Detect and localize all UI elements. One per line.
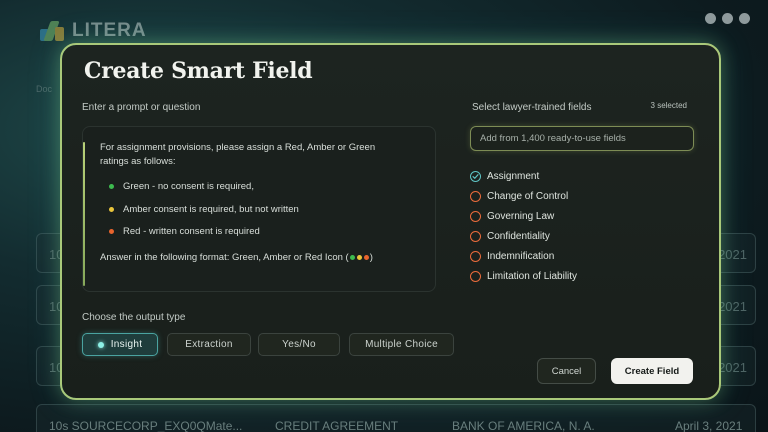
field-label: Change of Control xyxy=(487,191,569,202)
field-search[interactable] xyxy=(470,126,694,151)
fields-section-label: Select lawyer-trained fields xyxy=(472,102,592,113)
row-year: 2021 xyxy=(718,299,747,314)
prompt-textarea[interactable]: For assignment provisions, please assign… xyxy=(82,126,436,292)
prompt-accent-bar xyxy=(83,142,85,286)
output-type-insight[interactable]: Insight xyxy=(82,333,158,356)
field-label: Governing Law xyxy=(487,211,555,222)
background-table-row[interactable]: 10s SOURCECORP_EXQ0QMate... CREDIT AGREE… xyxy=(36,404,756,432)
rating-amber: Amber consent is required, but not writt… xyxy=(109,204,299,215)
unchecked-circle-icon xyxy=(470,251,481,262)
checked-circle-icon xyxy=(470,171,481,182)
cancel-button[interactable]: Cancel xyxy=(537,358,596,384)
selected-count: 3 selected xyxy=(650,101,687,110)
output-section-label: Choose the output type xyxy=(82,312,186,323)
prompt-section-label: Enter a prompt or question xyxy=(82,102,201,113)
dot-icon xyxy=(705,13,716,24)
unchecked-circle-icon xyxy=(470,211,481,222)
amber-dot-icon xyxy=(109,207,114,212)
rating-text: Red - written consent is required xyxy=(123,226,260,237)
background-doc-label: Doc xyxy=(36,84,53,94)
format-prefix: Answer in the following format: Green, A… xyxy=(100,252,349,263)
rating-text: Amber consent is required, but not writt… xyxy=(123,204,299,215)
create-field-button[interactable]: Create Field xyxy=(611,358,693,384)
output-type-multiple-choice[interactable]: Multiple Choice xyxy=(349,333,454,356)
field-search-input[interactable] xyxy=(471,127,693,150)
field-item-assignment[interactable]: Assignment xyxy=(470,171,539,182)
output-type-label: Multiple Choice xyxy=(365,339,438,350)
field-item-confidentiality[interactable]: Confidentiality xyxy=(470,231,550,242)
rating-green: Green - no consent is required, xyxy=(109,181,254,192)
row-document-type: CREDIT AGREEMENT xyxy=(275,419,399,432)
prompt-format-instruction: Answer in the following format: Green, A… xyxy=(100,251,373,265)
format-suffix: ) xyxy=(369,252,373,263)
field-label: Indemnification xyxy=(487,251,555,262)
litera-logo-text: LITERA xyxy=(72,20,147,41)
row-document-name: 10s SOURCECORP_EXQ0QMate... xyxy=(49,419,243,432)
green-dot-icon xyxy=(109,184,114,189)
prompt-intro: For assignment provisions, please assign… xyxy=(100,142,376,167)
unchecked-circle-icon xyxy=(470,231,481,242)
output-type-label: Yes/No xyxy=(282,339,316,350)
field-item-change-of-control[interactable]: Change of Control xyxy=(470,191,568,202)
output-type-label: Extraction xyxy=(185,339,233,350)
row-year: 2021 xyxy=(718,247,747,262)
field-item-limitation-of-liability[interactable]: Limitation of Liability xyxy=(470,271,577,282)
field-label: Limitation of Liability xyxy=(487,271,578,282)
output-type-extraction[interactable]: Extraction xyxy=(167,333,251,356)
unchecked-circle-icon xyxy=(470,271,481,282)
traffic-light-icon xyxy=(349,254,369,260)
output-type-yes-no[interactable]: Yes/No xyxy=(258,333,340,356)
row-year: 2021 xyxy=(718,360,747,375)
modal-title: Create Smart Field xyxy=(84,58,313,84)
rating-text: Green - no consent is required, xyxy=(123,181,254,192)
red-dot-icon xyxy=(109,229,114,234)
dot-icon xyxy=(739,13,750,24)
selected-radio-icon xyxy=(97,341,104,348)
field-label: Assignment xyxy=(487,171,540,182)
field-item-governing-law[interactable]: Governing Law xyxy=(470,211,554,222)
row-date: April 3, 2021 xyxy=(675,419,743,432)
rating-red: Red - written consent is required xyxy=(109,226,260,237)
window-menu-dots[interactable] xyxy=(705,13,750,24)
unchecked-circle-icon xyxy=(470,191,481,202)
litera-logo: LITERA xyxy=(40,20,147,42)
create-smart-field-modal: Create Smart Field Enter a prompt or que… xyxy=(60,43,721,400)
field-label: Confidentiality xyxy=(487,231,550,242)
dot-icon xyxy=(722,13,733,24)
litera-logo-mark xyxy=(40,21,66,41)
field-item-indemnification[interactable]: Indemnification xyxy=(470,251,554,262)
row-party: BANK OF AMERICA, N. A. xyxy=(452,419,595,432)
output-type-label: Insight xyxy=(110,339,143,350)
